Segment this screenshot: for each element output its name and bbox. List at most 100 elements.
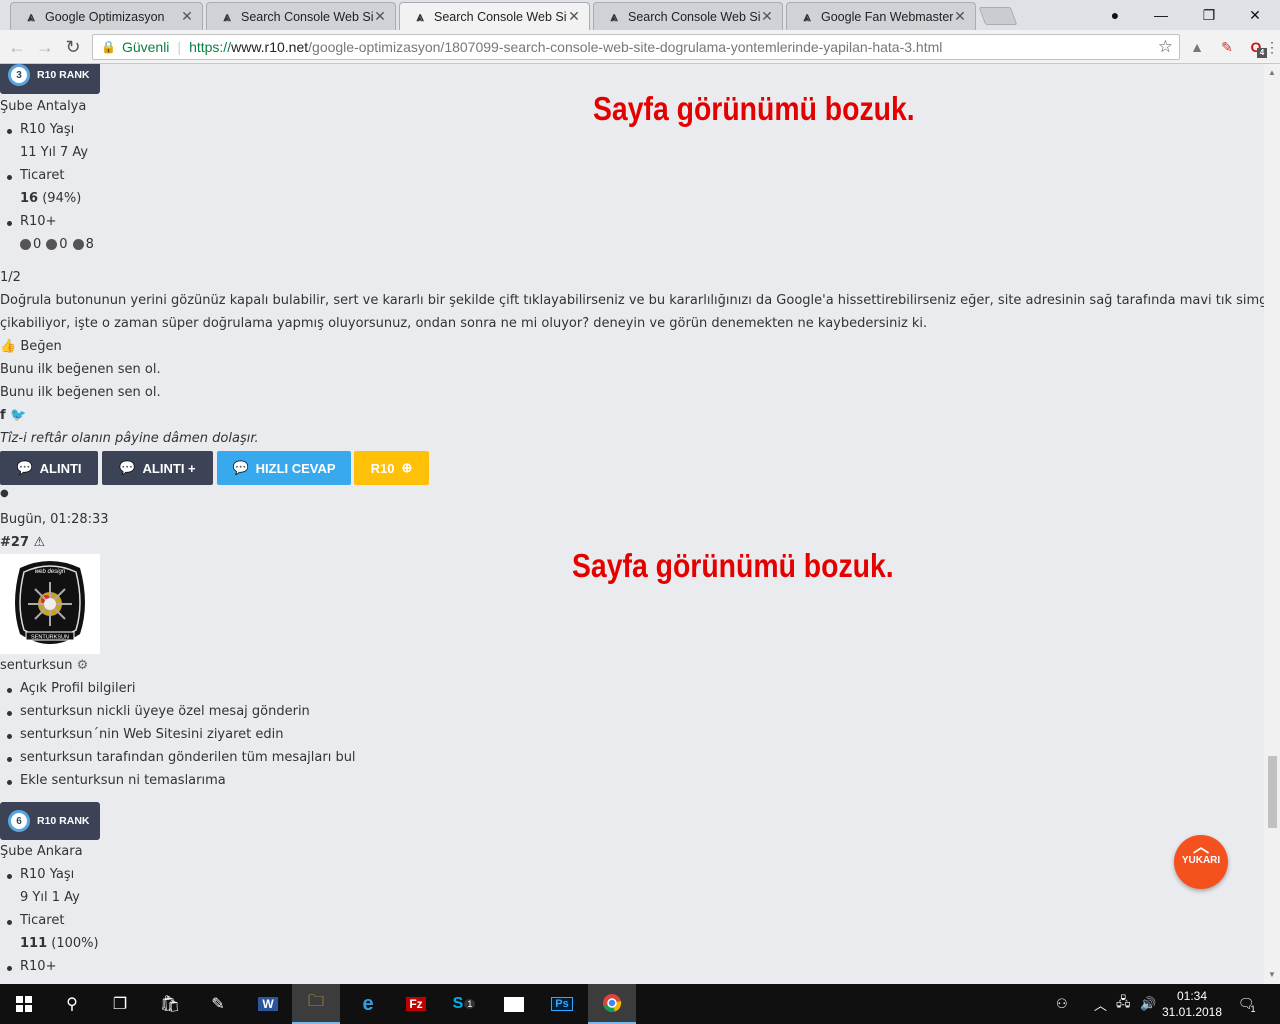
- rank-number: 3: [8, 64, 30, 86]
- multi-quote-button[interactable]: 💬 ALINTI +: [102, 451, 213, 485]
- url-scheme: https://: [189, 39, 232, 55]
- tab-search-console-1[interactable]: ⩓ Search Console Web Site ✕: [206, 2, 396, 30]
- windows-taskbar: ⚲ ❐ 🛍 ✎ W 🗀 e Fz S1 Ps ⚇ ︿ 🖧 🔊 01:34 31.…: [0, 984, 1280, 1024]
- tab-search-console-3[interactable]: ⩓ Search Console Web Site ✕: [593, 2, 783, 30]
- search-icon[interactable]: ⚲: [48, 984, 96, 1024]
- tab-google-optimizasyon[interactable]: ⩓ Google Optimizasyon ✕: [10, 2, 203, 30]
- url-host: www.r10.net: [231, 39, 309, 55]
- profile-menu-item[interactable]: senturksun´nin Web Sitesini ziyaret edin: [6, 727, 283, 742]
- start-windows-icon[interactable]: [0, 984, 48, 1024]
- address-bar[interactable]: 🔒 Güvenli | https:// www.r10.net /google…: [92, 34, 1180, 60]
- notepad-icon[interactable]: ✎: [194, 984, 242, 1024]
- minimize-icon[interactable]: —: [1138, 0, 1184, 30]
- twitter-icon[interactable]: 🐦: [10, 408, 26, 423]
- scrollbar-thumb[interactable]: [1268, 756, 1277, 828]
- file-explorer-icon[interactable]: 🗀: [292, 984, 340, 1024]
- store-icon[interactable]: 🛍: [146, 984, 194, 1024]
- post-date: Bugün, 01:28:33: [0, 512, 109, 527]
- profile-icon[interactable]: ●: [1092, 0, 1138, 30]
- r10-favicon-icon: ⩓: [416, 8, 424, 24]
- browser-toolbar: ← → ↻ 🔒 Güvenli | https:// www.r10.net /…: [0, 30, 1280, 64]
- photoshop-icon[interactable]: Ps: [538, 984, 586, 1024]
- task-view-icon[interactable]: ❐: [96, 984, 144, 1024]
- forward-icon[interactable]: →: [34, 36, 56, 58]
- facebook-icon[interactable]: f: [0, 408, 6, 423]
- close-window-icon[interactable]: ✕: [1232, 0, 1278, 30]
- internet-explorer-icon[interactable]: e: [344, 984, 392, 1024]
- filezilla-icon[interactable]: Fz: [392, 984, 440, 1024]
- profile-menu-item[interactable]: senturksun tarafından gönderilen tüm mes…: [7, 750, 356, 765]
- age-value: 11 Yıl 7 Ay: [20, 145, 89, 160]
- like-link[interactable]: 👍 Beğen: [0, 339, 62, 354]
- people-icon[interactable]: ⚇: [1056, 984, 1068, 1024]
- pdf-extension-icon[interactable]: ▲: [1187, 37, 1207, 57]
- skype-icon[interactable]: S1: [440, 984, 488, 1024]
- tab-close-icon[interactable]: ✕: [373, 8, 387, 25]
- page-scrollbar[interactable]: ▲ ▼: [1264, 64, 1280, 984]
- word-icon[interactable]: W: [244, 984, 292, 1024]
- tab-close-icon[interactable]: ✕: [180, 8, 194, 25]
- tab-title: Google Optimizasyon: [45, 9, 165, 24]
- back-icon[interactable]: ←: [6, 36, 28, 58]
- tab-title: Search Console Web Site: [628, 9, 760, 24]
- username-row: senturksun ⚙: [0, 658, 88, 673]
- bookmark-star-icon[interactable]: ☆: [1158, 37, 1173, 57]
- tab-close-icon[interactable]: ✕: [567, 8, 581, 25]
- scroll-down-arrow-icon[interactable]: ▼: [1264, 970, 1280, 979]
- age-label: R10 Yaşı: [6, 867, 75, 882]
- avatar-text-top: web design: [35, 569, 66, 575]
- username[interactable]: senturksun: [0, 658, 72, 673]
- quick-reply-button[interactable]: 💬 HIZLI CEVAP: [217, 451, 351, 485]
- branch: Şube Ankara: [0, 844, 83, 859]
- tab-title: Search Console Web Site: [434, 9, 567, 24]
- reload-icon[interactable]: ↻: [62, 36, 84, 58]
- profile-menu-item[interactable]: senturksun nickli üyeye özel mesaj gönde…: [7, 704, 310, 719]
- tab-search-console-active[interactable]: ⩓ Search Console Web Site ✕: [399, 2, 590, 30]
- r10-plus-button[interactable]: R10 ⊕: [354, 451, 429, 485]
- chat-icon: 💬: [232, 460, 249, 475]
- tab-google-fan-webmaster[interactable]: ⩓ Google Fan Webmaster F ✕: [786, 2, 976, 30]
- plus-value: 0: [59, 237, 68, 252]
- signature: Tîz-i reftâr olanın pâyine dâmen dolaşır…: [0, 431, 259, 446]
- taskbar-clock[interactable]: 01:34 31.01.2018: [1160, 988, 1224, 1020]
- plus-value: 8: [85, 237, 94, 252]
- url-path: /google-optimizasyon/1807099-search-cons…: [308, 39, 943, 55]
- tab-close-icon[interactable]: ✕: [953, 8, 967, 25]
- age-label: R10 Yaşı: [6, 122, 75, 137]
- trade-score: 111 (100%): [20, 936, 99, 951]
- profile-menu-item[interactable]: Açık Profil bilgileri: [7, 681, 136, 696]
- notifications-icon[interactable]: 🗨 1: [1238, 984, 1256, 1024]
- post-number[interactable]: #27: [0, 535, 29, 550]
- scroll-up-arrow-icon[interactable]: ▲: [1264, 68, 1280, 77]
- trade-label: Ticaret: [6, 168, 65, 183]
- chrome-icon[interactable]: [588, 984, 636, 1024]
- clock-date: 31.01.2018: [1161, 1005, 1223, 1019]
- menu-icon[interactable]: ⋮: [1262, 37, 1280, 57]
- sign-extension-icon[interactable]: ✎: [1217, 37, 1237, 57]
- window-app-icon[interactable]: [490, 984, 538, 1024]
- avatar[interactable]: web design SENTURKSUN: [0, 554, 100, 654]
- r10-label: R10: [370, 460, 395, 476]
- scroll-to-top-button[interactable]: ︿ YUKARI: [1174, 835, 1228, 889]
- volume-icon[interactable]: 🔊: [1140, 984, 1156, 1024]
- rank-badge: 6 R10 RANK: [0, 802, 100, 840]
- avatar-text-bottom: SENTURKSUN: [31, 635, 69, 641]
- quote-button[interactable]: 💬 ALINTI: [0, 451, 98, 485]
- restore-icon[interactable]: ❐: [1186, 0, 1232, 30]
- plus-values: 0 0 8: [20, 237, 94, 252]
- plus-dot-icon: [72, 239, 84, 250]
- plus-label: R10+: [6, 214, 57, 229]
- avatar-badge-icon: web design SENTURKSUN: [15, 561, 85, 644]
- r10-favicon-icon: ⩓: [223, 8, 231, 24]
- scroll-to-top-label: YUKARI: [1181, 855, 1221, 866]
- rank-label: R10 RANK: [37, 69, 90, 81]
- show-hidden-icons-chevron[interactable]: ︿: [1094, 984, 1107, 1024]
- new-tab-button[interactable]: [978, 7, 1018, 25]
- warning-icon[interactable]: ⚠: [34, 535, 46, 550]
- network-icon[interactable]: 🖧: [1116, 984, 1131, 1024]
- trade-label: Ticaret: [6, 913, 65, 928]
- quote-label: ALINTI: [39, 460, 82, 476]
- plus-value: 0: [33, 237, 42, 252]
- profile-menu-item[interactable]: Ekle senturksun ni temaslarıma: [7, 773, 226, 788]
- tab-close-icon[interactable]: ✕: [760, 8, 774, 25]
